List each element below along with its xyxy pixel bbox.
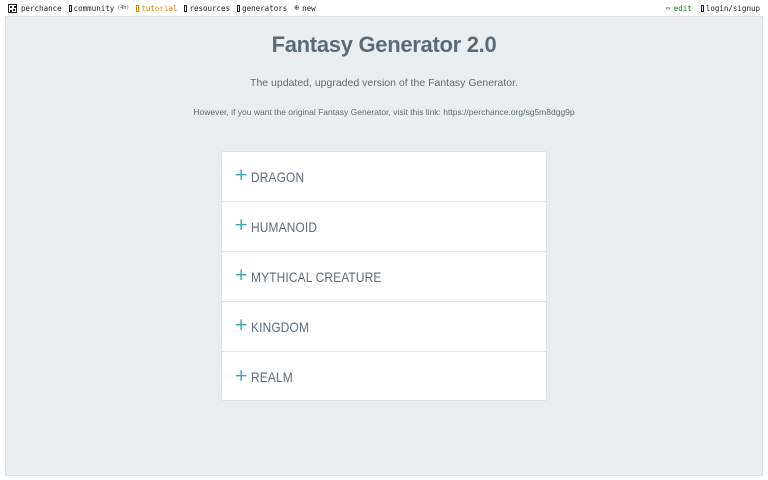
plus-icon: + — [234, 265, 249, 285]
book-icon — [237, 4, 241, 12]
book-icon — [136, 4, 140, 12]
user-icon — [700, 4, 704, 12]
original-generator-link[interactable]: https://perchance.org/sg5m8dgg9p — [443, 107, 574, 117]
accordion-item-label: MYTHICAL CREATURE — [251, 268, 382, 285]
page-subtitle: The updated, upgraded version of the Fan… — [250, 77, 518, 89]
book-icon — [184, 4, 188, 12]
nav-resources-label: resources — [189, 3, 231, 13]
accordion-item-label: REALM — [251, 369, 293, 385]
generator-accordion: + DRAGON + HUMANOID + MYTHICAL CREATURE … — [221, 151, 547, 401]
nav-tutorial-label: tutorial — [141, 3, 178, 13]
accordion-item-label: HUMANOID — [251, 218, 318, 235]
plus-icon: + — [234, 215, 249, 235]
plus-circle-icon: ⊕ — [294, 3, 300, 12]
pencil-icon: ✏ — [665, 3, 671, 12]
nav-perchance-label: perchance — [21, 3, 62, 13]
accordion-item-dragon[interactable]: + DRAGON — [222, 152, 546, 202]
nav-perchance-home[interactable]: perchance — [8, 3, 62, 13]
nav-new[interactable]: ⊕ new — [294, 4, 315, 13]
nav-community-label: community — [73, 3, 115, 13]
nav-login[interactable]: login/signup — [700, 3, 760, 13]
dice-icon — [8, 3, 17, 13]
accordion-item-realm[interactable]: + REALM — [222, 352, 546, 402]
nav-edit-label: edit — [673, 3, 692, 13]
accordion-item-humanoid[interactable]: + HUMANOID — [222, 202, 546, 252]
nav-generators[interactable]: generators — [237, 4, 287, 13]
chat-icon — [68, 4, 72, 12]
accordion-item-label: DRAGON — [251, 168, 305, 185]
community-badge: (4h) — [117, 5, 130, 11]
top-nav-right: ✏ edit login/signup — [657, 4, 760, 13]
page-title: Fantasy Generator 2.0 — [271, 32, 497, 57]
accordion-item-kingdom[interactable]: + KINGDOM — [222, 302, 546, 352]
nav-login-label: login/signup — [705, 3, 760, 13]
original-generator-note: However, if you want the original Fantas… — [0, 107, 768, 117]
nav-new-label: new — [302, 3, 316, 13]
nav-generators-label: generators — [242, 3, 288, 13]
plus-icon: + — [234, 315, 249, 335]
accordion-item-label: KINGDOM — [251, 318, 310, 335]
note-text: However, if you want the original Fantas… — [193, 107, 444, 117]
top-nav-bar: perchance community (4h) tutorial resour… — [0, 0, 768, 16]
accordion-item-mythical-creature[interactable]: + MYTHICAL CREATURE — [222, 252, 546, 302]
nav-tutorial[interactable]: tutorial — [136, 4, 177, 13]
top-nav-left: perchance community (4h) tutorial resour… — [8, 3, 323, 13]
nav-community[interactable]: community (4h) — [68, 3, 130, 13]
plus-icon: + — [234, 165, 249, 185]
plus-icon: + — [234, 365, 249, 386]
nav-edit[interactable]: ✏ edit — [666, 4, 692, 13]
nav-resources[interactable]: resources — [184, 4, 230, 13]
